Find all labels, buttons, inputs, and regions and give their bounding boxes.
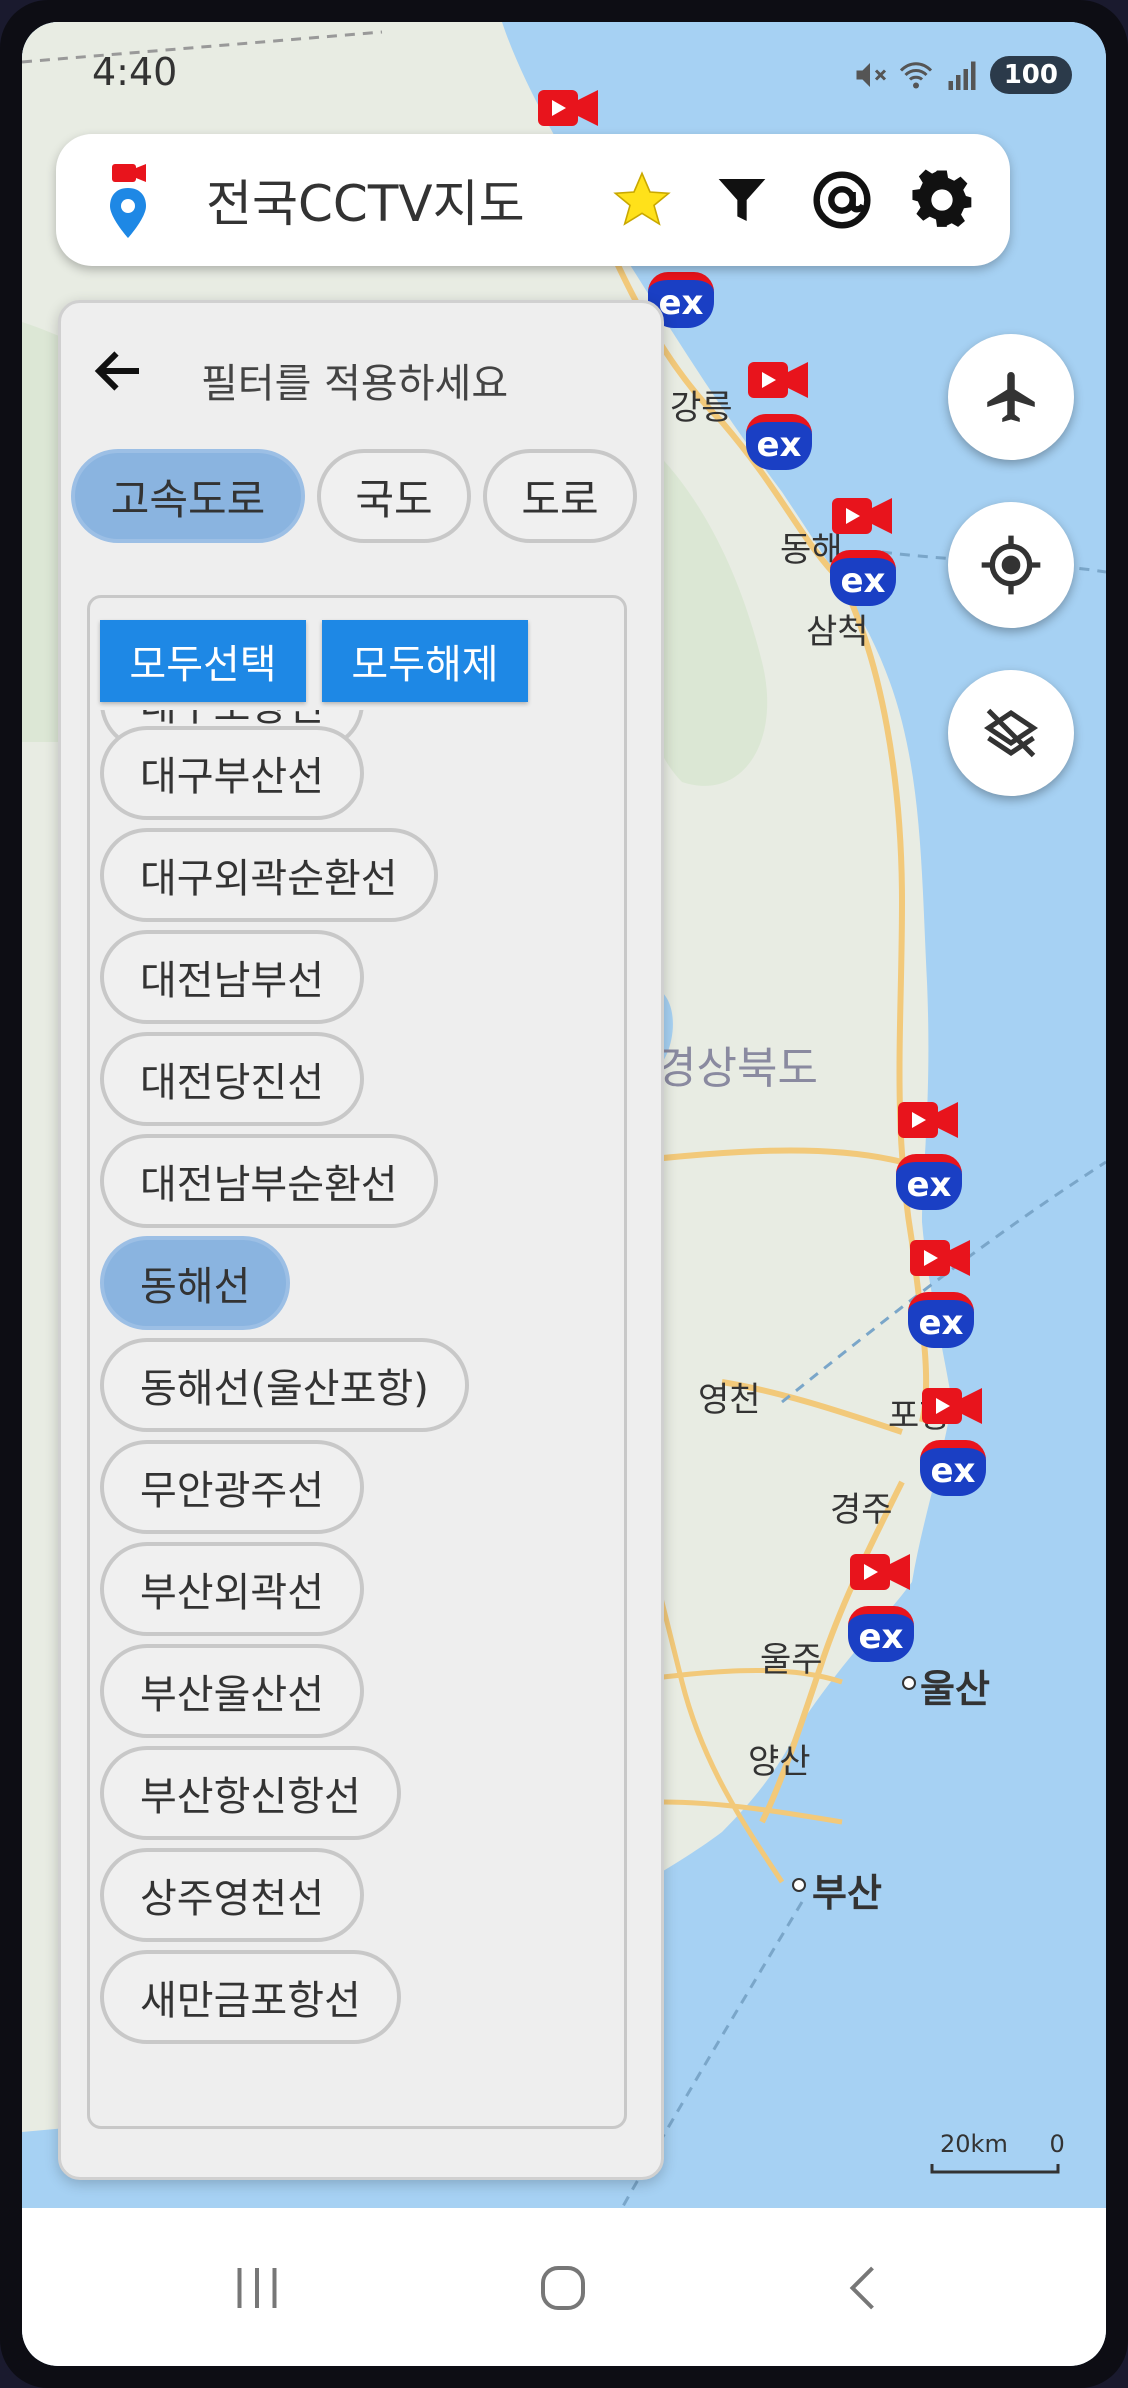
ex-badge: ex <box>896 1154 962 1210</box>
cctv-marker-icon[interactable]: ex <box>828 488 898 606</box>
route-chip[interactable]: 대전당진선 <box>100 1032 364 1126</box>
mute-icon <box>856 63 886 87</box>
at-sign-button[interactable] <box>808 166 876 234</box>
deselect-all-button[interactable]: 모두해제 <box>322 620 528 702</box>
cctv-marker-icon[interactable]: ex <box>906 1230 976 1348</box>
signal-icon <box>948 61 976 90</box>
map-label-yangsan: 양산 <box>748 1742 811 1782</box>
scale-zero: 0 <box>1049 2130 1065 2158</box>
wifi-icon <box>899 62 932 89</box>
ex-badge: ex <box>908 1292 974 1348</box>
map-label-ulju: 울주 <box>760 1640 823 1680</box>
map-label-samcheok: 삼척 <box>806 612 869 652</box>
app-logo-icon <box>110 164 146 238</box>
map-label-gangneung: 강릉 <box>670 388 733 428</box>
layers-off-icon <box>983 708 1039 758</box>
battery-indicator: 100 <box>989 56 1072 94</box>
filter-panel-header: 필터를 적용하세요 <box>61 303 661 433</box>
map-label-ulsan: 울산 <box>920 1667 990 1711</box>
my-location-button[interactable] <box>948 502 1074 628</box>
route-list-scroll[interactable]: 대구포항선 대구부산선 대구외곽순환선 대전남부선 대전당진선 대전남부순환선 … <box>90 710 624 2126</box>
route-chip[interactable]: 대구부산선 <box>100 726 364 820</box>
back-button[interactable] <box>820 2248 910 2328</box>
settings-button[interactable] <box>908 166 976 234</box>
route-chip[interactable]: 새만금포항선 <box>100 1950 401 2044</box>
route-chip[interactable]: 동해선(울산포항) <box>100 1338 469 1432</box>
route-chip[interactable]: 상주영천선 <box>100 1848 364 1942</box>
cctv-marker-icon[interactable]: ex <box>918 1378 988 1496</box>
road-type-chip-road[interactable]: 도로 <box>483 449 637 543</box>
at-sign-icon <box>813 171 871 229</box>
scale-distance: 20km <box>940 2130 1008 2158</box>
home-button[interactable] <box>518 2248 608 2328</box>
favorites-star-button[interactable] <box>608 166 676 234</box>
route-list: 모두선택 모두해제 대구포항선 대구부산선 대구외곽순환선 대전남부선 대전당진… <box>87 595 627 2129</box>
airplane-icon <box>987 372 1035 422</box>
route-chip-selected[interactable]: 동해선 <box>100 1236 291 1330</box>
select-all-button[interactable]: 모두선택 <box>100 620 306 702</box>
cctv-marker-icon[interactable]: ex <box>744 352 814 470</box>
recents-icon <box>237 2268 277 2308</box>
filter-panel-title: 필터를 적용하세요 <box>201 361 509 407</box>
ex-badge: ex <box>848 1606 914 1662</box>
route-chip[interactable]: 부산외곽선 <box>100 1542 364 1636</box>
route-chip[interactable]: 대전남부선 <box>100 930 364 1024</box>
cctv-marker-icon[interactable]: ex <box>846 1544 916 1662</box>
device-frame: 강릉 동해 삼척 경상북도 영천 포항 경주 울주 울산 양산 부산 ex ex… <box>0 0 1128 2388</box>
layers-toggle-button[interactable] <box>948 670 1074 796</box>
route-chip[interactable]: 대구외곽순환선 <box>100 828 438 922</box>
filter-button[interactable] <box>708 166 776 234</box>
status-icons: 100 <box>852 56 1072 94</box>
ex-badge: ex <box>746 414 812 470</box>
route-chip[interactable]: 무안광주선 <box>100 1440 364 1534</box>
recents-button[interactable] <box>212 2248 302 2328</box>
route-chip[interactable]: 부산울산선 <box>100 1644 364 1738</box>
app-title: 전국CCTV지도 <box>206 175 525 233</box>
route-chip[interactable]: 부산항신항선 <box>100 1746 401 1840</box>
crosshair-icon <box>981 535 1041 595</box>
ulsan-dot <box>902 1676 916 1690</box>
map-scale-label: 20km 0 <box>940 2130 1065 2158</box>
ex-badge: ex <box>920 1440 986 1496</box>
star-icon <box>613 171 671 226</box>
status-bar: 4:40 100 <box>22 22 1106 132</box>
status-time: 4:40 <box>92 50 178 94</box>
gear-icon <box>912 169 972 227</box>
filter-panel: 필터를 적용하세요 고속도로 국도 도로 모두선택 모두해제 대구포항선 대구부… <box>58 300 664 2180</box>
map-label-busan: 부산 <box>812 1871 882 1915</box>
back-chevron-icon <box>849 2266 874 2310</box>
screen: 강릉 동해 삼척 경상북도 영천 포항 경주 울주 울산 양산 부산 ex ex… <box>22 22 1106 2366</box>
cctv-marker-icon[interactable]: ex <box>894 1092 964 1210</box>
system-nav-bar <box>22 2208 1106 2366</box>
back-arrow-icon[interactable] <box>89 341 149 401</box>
filter-icon <box>718 179 766 221</box>
ex-badge: ex <box>830 550 896 606</box>
map-label-gyeongbuk: 경상북도 <box>656 1043 818 1094</box>
app-bar: 전국CCTV지도 <box>56 134 1010 266</box>
map-label-gyeongju: 경주 <box>830 1490 893 1530</box>
map-label-yeongcheon: 영천 <box>698 1380 761 1420</box>
airplane-button[interactable] <box>948 334 1074 460</box>
busan-dot <box>792 1878 806 1892</box>
home-icon <box>541 2266 585 2310</box>
road-type-chip-expressway[interactable]: 고속도로 <box>71 449 305 543</box>
road-type-chip-national[interactable]: 국도 <box>317 449 471 543</box>
route-chip[interactable]: 대전남부순환선 <box>100 1134 438 1228</box>
